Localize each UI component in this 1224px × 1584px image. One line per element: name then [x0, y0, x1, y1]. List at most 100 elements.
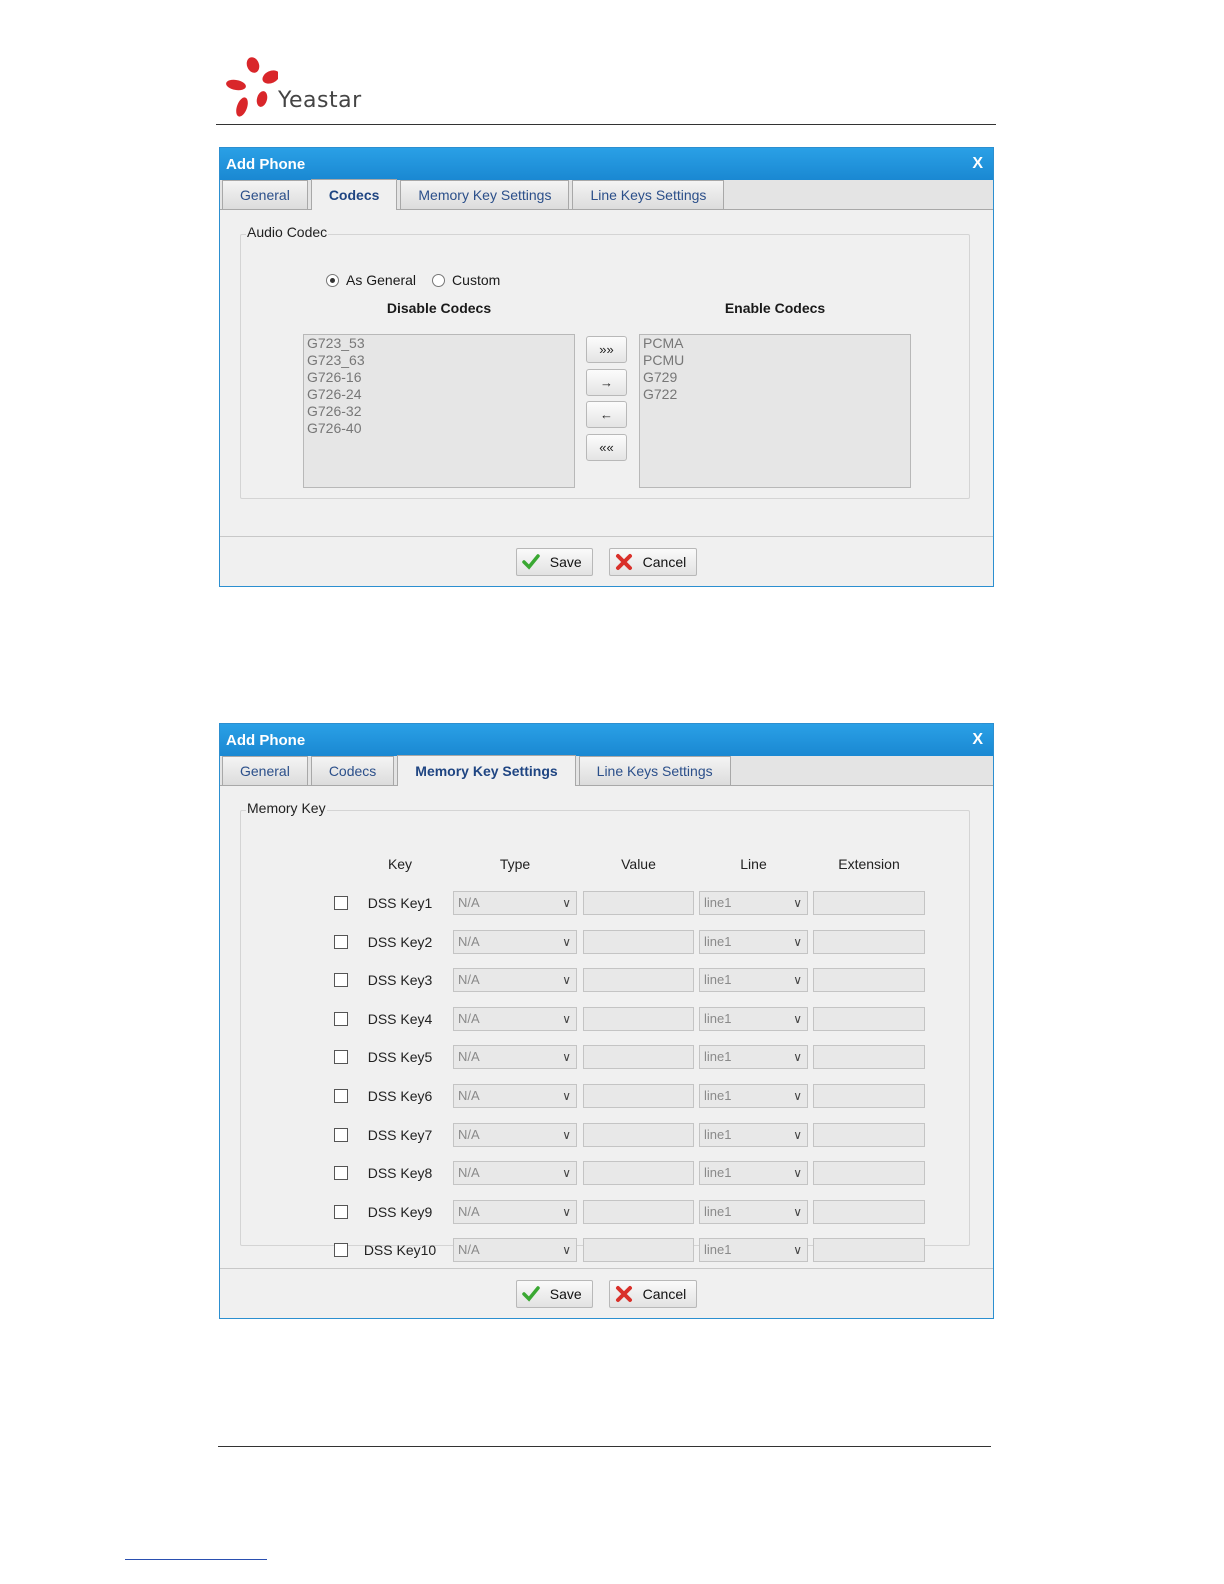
row-checkbox[interactable]	[334, 934, 348, 949]
value-input[interactable]	[583, 968, 694, 993]
table-row: DSS Key6 N/A ∨ line1 ∨	[241, 1084, 969, 1108]
tab-memory-key-settings[interactable]: Memory Key Settings	[397, 755, 576, 786]
type-value: N/A	[458, 1088, 480, 1103]
line-select[interactable]: line1 ∨	[699, 1238, 808, 1263]
table-row: DSS Key1 N/A ∨ line1 ∨	[241, 891, 969, 915]
column-header-value: Value	[621, 856, 656, 872]
type-select[interactable]: N/A ∨	[453, 891, 577, 915]
close-icon[interactable]: X	[972, 155, 983, 173]
disabled-codecs-list[interactable]: G723_53 G723_63 G726-16 G726-24 G726-32 …	[303, 334, 575, 488]
type-select[interactable]: N/A ∨	[453, 1084, 577, 1108]
extension-input[interactable]	[813, 1238, 925, 1263]
extension-input[interactable]	[813, 1006, 925, 1031]
list-item[interactable]: G726-32	[307, 403, 571, 420]
row-checkbox[interactable]	[334, 1050, 348, 1065]
list-item[interactable]: PCMA	[643, 335, 907, 352]
chevron-down-icon: ∨	[562, 1166, 571, 1181]
row-checkbox[interactable]	[334, 1011, 348, 1026]
close-icon[interactable]: X	[972, 731, 983, 749]
tab-line-keys-settings[interactable]: Line Keys Settings	[578, 756, 731, 785]
value-input[interactable]	[583, 1084, 694, 1108]
extension-input[interactable]	[813, 968, 925, 993]
list-item[interactable]: G726-16	[307, 369, 571, 386]
row-checkbox[interactable]	[334, 1243, 348, 1258]
tab-codecs[interactable]: Codecs	[310, 179, 398, 210]
column-header-type: Type	[499, 856, 531, 872]
value-input[interactable]	[583, 1045, 694, 1070]
cancel-label: Cancel	[642, 554, 687, 570]
value-input[interactable]	[583, 891, 694, 915]
extension-input[interactable]	[813, 1122, 925, 1147]
row-checkbox[interactable]	[334, 1127, 348, 1142]
list-item[interactable]: G722	[643, 386, 907, 403]
type-select[interactable]: N/A ∨	[453, 1045, 577, 1070]
row-checkbox[interactable]	[334, 973, 348, 988]
left-arrow-icon: ←	[600, 407, 613, 422]
row-checkbox[interactable]	[334, 1166, 348, 1181]
line-select[interactable]: line1 ∨	[699, 1199, 808, 1224]
save-button[interactable]: Save	[515, 548, 593, 576]
save-label: Save	[549, 1286, 582, 1302]
list-item[interactable]: G723_53	[307, 335, 571, 352]
value-input[interactable]	[583, 929, 694, 954]
tab-line-keys-settings[interactable]: Line Keys Settings	[572, 180, 725, 209]
type-select[interactable]: N/A ∨	[453, 1122, 577, 1147]
tab-memory-key-settings[interactable]: Memory Key Settings	[400, 180, 570, 209]
type-select[interactable]: N/A ∨	[453, 1238, 577, 1263]
extension-input[interactable]	[813, 891, 925, 915]
line-select[interactable]: line1 ∨	[699, 891, 808, 915]
tab-general[interactable]: General	[222, 180, 308, 209]
type-select[interactable]: N/A ∨	[453, 1199, 577, 1224]
value-input[interactable]	[583, 1161, 694, 1186]
type-select[interactable]: N/A ∨	[453, 929, 577, 954]
extension-input[interactable]	[813, 1161, 925, 1186]
enable-codecs-heading: Enable Codecs	[724, 300, 826, 316]
move-right-button[interactable]: →	[586, 369, 627, 396]
as-general-radio[interactable]	[326, 273, 339, 287]
extension-input[interactable]	[813, 929, 925, 954]
tab-codecs[interactable]: Codecs	[310, 756, 395, 785]
line-select[interactable]: line1 ∨	[699, 1161, 808, 1186]
list-item[interactable]: G729	[643, 369, 907, 386]
move-all-right-button[interactable]: »»	[586, 336, 627, 363]
extension-input[interactable]	[813, 1084, 925, 1108]
key-label: DSS Key2	[367, 933, 433, 950]
custom-radio[interactable]	[432, 273, 446, 287]
chevron-down-icon: ∨	[793, 1050, 802, 1065]
list-item[interactable]: PCMU	[643, 352, 907, 369]
extension-input[interactable]	[813, 1199, 925, 1224]
enabled-codecs-list[interactable]: PCMA PCMU G729 G722	[639, 334, 911, 488]
table-row: DSS Key3 N/A ∨ line1 ∨	[241, 968, 969, 993]
line-select[interactable]: line1 ∨	[699, 1045, 808, 1070]
row-checkbox[interactable]	[334, 1204, 348, 1219]
row-checkbox[interactable]	[334, 1089, 348, 1103]
save-button[interactable]: Save	[515, 1280, 593, 1308]
chevron-down-icon: ∨	[793, 1089, 802, 1103]
move-all-left-button[interactable]: ««	[586, 434, 627, 461]
tab-general[interactable]: General	[222, 756, 308, 785]
list-item[interactable]: G726-40	[307, 420, 571, 437]
value-input[interactable]	[583, 1199, 694, 1224]
value-input[interactable]	[583, 1122, 694, 1147]
right-arrow-icon: →	[600, 375, 613, 390]
cancel-x-icon	[613, 1283, 635, 1305]
value-input[interactable]	[583, 1238, 694, 1263]
row-checkbox[interactable]	[334, 896, 348, 910]
list-item[interactable]: G723_63	[307, 352, 571, 369]
value-input[interactable]	[583, 1006, 694, 1031]
type-select[interactable]: N/A ∨	[453, 968, 577, 993]
cancel-button[interactable]: Cancel	[608, 548, 698, 576]
cancel-button[interactable]: Cancel	[608, 1280, 698, 1308]
line-select[interactable]: line1 ∨	[699, 1084, 808, 1108]
custom-label: Custom	[452, 272, 501, 288]
list-item[interactable]: G726-24	[307, 386, 571, 403]
type-select[interactable]: N/A ∨	[453, 1006, 577, 1031]
move-left-button[interactable]: ←	[586, 401, 627, 428]
line-select[interactable]: line1 ∨	[699, 968, 808, 993]
line-select[interactable]: line1 ∨	[699, 929, 808, 954]
type-select[interactable]: N/A ∨	[453, 1161, 577, 1186]
key-label: DSS Key9	[367, 1203, 433, 1220]
extension-input[interactable]	[813, 1045, 925, 1070]
line-select[interactable]: line1 ∨	[699, 1122, 808, 1147]
line-select[interactable]: line1 ∨	[699, 1006, 808, 1031]
